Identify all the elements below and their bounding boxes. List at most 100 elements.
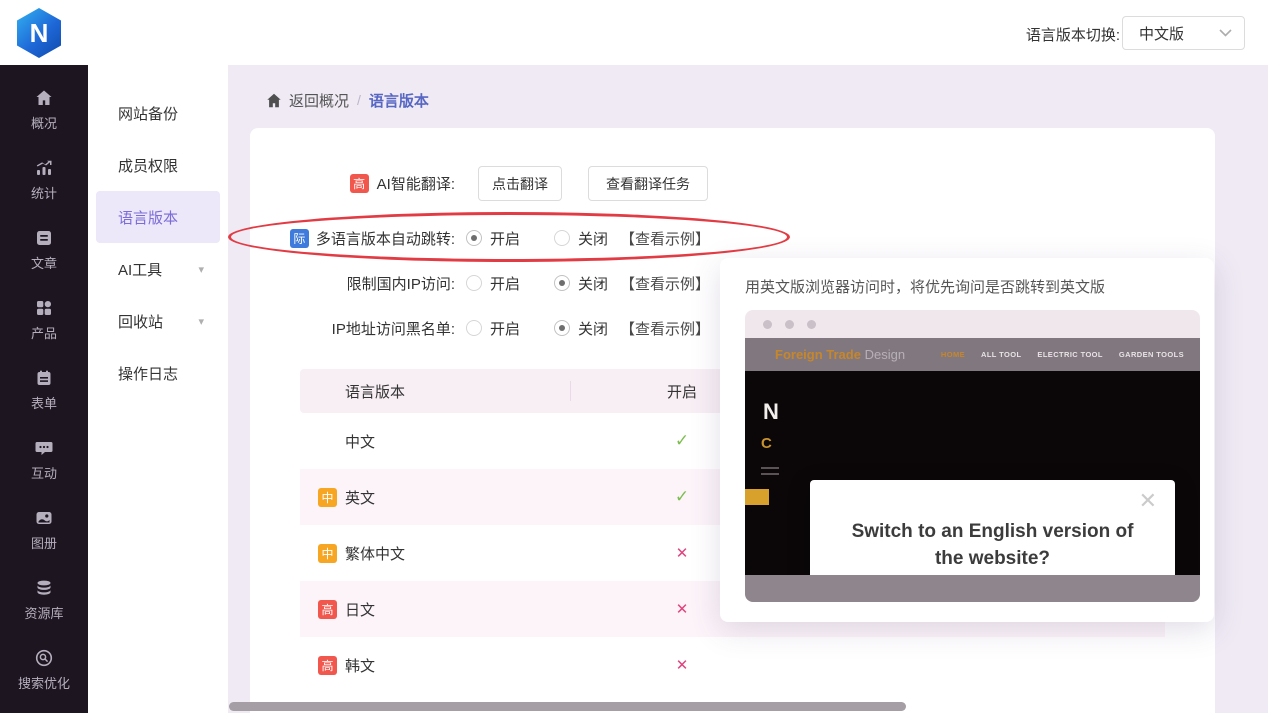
submenu-item-operation-log[interactable]: 操作日志 bbox=[96, 347, 220, 399]
submenu-item-site-backup[interactable]: 网站备份 bbox=[96, 87, 220, 139]
window-dot-icon bbox=[807, 320, 816, 329]
submenu-item-label: 回收站 bbox=[118, 311, 163, 332]
horizontal-scrollbar[interactable] bbox=[229, 702, 906, 711]
breadcrumb: 返回概况 / 语言版本 bbox=[266, 88, 429, 112]
sidebar-item-forms[interactable]: 表单 bbox=[0, 355, 88, 425]
sidebar-item-library[interactable]: 资源库 bbox=[0, 565, 88, 635]
view-example-link[interactable]: 【查看示例】 bbox=[620, 221, 710, 255]
premium-badge: 高 bbox=[318, 600, 337, 619]
forms-icon bbox=[34, 368, 54, 388]
sidebar-item-articles[interactable]: 文章 bbox=[0, 215, 88, 285]
site-content-fragment: N bbox=[763, 399, 779, 425]
secondary-sidebar: 网站备份 成员权限 语言版本 AI工具 ▾ 回收站 ▾ 操作日志 bbox=[88, 65, 228, 713]
radio-off-label: 关闭 bbox=[578, 228, 608, 249]
stats-icon bbox=[34, 158, 54, 178]
sidebar-item-interaction[interactable]: 互动 bbox=[0, 425, 88, 495]
site-nav-electric-tool: ELECTRIC TOOL bbox=[1037, 350, 1102, 359]
language-name: 韩文 bbox=[345, 655, 375, 676]
sidebar-item-label: 文章 bbox=[31, 253, 57, 272]
radio-on-label: 开启 bbox=[490, 228, 520, 249]
gallery-icon bbox=[34, 508, 54, 528]
view-example-link[interactable]: 【查看示例】 bbox=[620, 266, 710, 300]
site-content-area: N C ✕ Switch to an English version of th… bbox=[745, 371, 1200, 575]
submenu-item-recycle-bin[interactable]: 回收站 ▾ bbox=[96, 295, 220, 347]
site-nav-all-tool: ALL TOOL bbox=[981, 350, 1021, 359]
breadcrumb-separator: / bbox=[357, 92, 361, 108]
browser-titlebar bbox=[745, 310, 1200, 338]
admin-app: N 语言版本切换: 中文版 概况 统计 文章 产品 表单 bbox=[0, 0, 1268, 713]
radio-off-label: 关闭 bbox=[578, 318, 608, 339]
site-content-line bbox=[761, 473, 779, 475]
enabled-check-icon: ✓ bbox=[652, 431, 712, 451]
window-dot-icon bbox=[763, 320, 772, 329]
primary-sidebar: 概况 统计 文章 产品 表单 互动 图册 资源库 bbox=[0, 65, 88, 713]
example-tip-text: 用英文版浏览器访问时，将优先询问是否跳转到英文版 bbox=[745, 276, 1105, 297]
library-icon bbox=[34, 578, 54, 598]
click-translate-button[interactable]: 点击翻译 bbox=[478, 166, 562, 201]
table-row-korean[interactable]: 高 韩文 ✕ bbox=[300, 637, 1165, 693]
chevron-down-icon bbox=[1219, 24, 1232, 42]
radio-on[interactable] bbox=[466, 320, 482, 336]
sidebar-item-gallery[interactable]: 图册 bbox=[0, 495, 88, 565]
sidebar-item-seo[interactable]: 搜索优化 bbox=[0, 635, 88, 705]
sidebar-item-overview[interactable]: 概况 bbox=[0, 75, 88, 145]
site-content-line bbox=[761, 467, 779, 469]
language-switch-label: 语言版本切换: bbox=[1026, 24, 1120, 45]
close-icon[interactable]: ✕ bbox=[1139, 490, 1157, 512]
column-header-enabled: 开启 bbox=[652, 381, 712, 402]
sidebar-item-label: 表单 bbox=[31, 393, 57, 412]
submenu-item-label: 语言版本 bbox=[118, 207, 178, 228]
radio-on[interactable] bbox=[466, 275, 482, 291]
radio-off[interactable] bbox=[554, 320, 570, 336]
enabled-check-icon: ✓ bbox=[652, 487, 712, 507]
submenu-item-ai-tools[interactable]: AI工具 ▾ bbox=[96, 243, 220, 295]
option-label: 限制国内IP访问: bbox=[347, 273, 455, 294]
sidebar-item-products[interactable]: 产品 bbox=[0, 285, 88, 355]
radio-on[interactable] bbox=[466, 230, 482, 246]
sidebar-item-label: 统计 bbox=[31, 183, 57, 202]
sidebar-item-label: 产品 bbox=[31, 323, 57, 342]
mid-tier-badge: 中 bbox=[318, 544, 337, 563]
breadcrumb-back-label: 返回概况 bbox=[289, 90, 349, 111]
site-footer bbox=[745, 575, 1200, 602]
sidebar-item-label: 图册 bbox=[31, 533, 57, 552]
column-divider bbox=[570, 381, 571, 401]
radio-on-label: 开启 bbox=[490, 318, 520, 339]
view-example-link[interactable]: 【查看示例】 bbox=[620, 311, 710, 345]
submenu-item-language-versions[interactable]: 语言版本 bbox=[96, 191, 220, 243]
dialog-title-line2: the website? bbox=[810, 545, 1175, 572]
sidebar-item-label: 概况 bbox=[31, 113, 57, 132]
option-label: IP地址访问黑名单: bbox=[332, 318, 455, 339]
radio-off[interactable] bbox=[554, 275, 570, 291]
language-name: 日文 bbox=[345, 599, 375, 620]
sidebar-item-stats[interactable]: 统计 bbox=[0, 145, 88, 215]
home-icon bbox=[266, 92, 282, 109]
view-translate-tasks-button[interactable]: 查看翻译任务 bbox=[588, 166, 708, 201]
column-header-language: 语言版本 bbox=[345, 381, 405, 402]
submenu-item-label: 网站备份 bbox=[118, 103, 178, 124]
language-switch-select[interactable]: 中文版 bbox=[1122, 16, 1245, 50]
article-icon bbox=[34, 228, 54, 248]
window-dot-icon bbox=[785, 320, 794, 329]
brand-logo-letter: N bbox=[30, 18, 49, 49]
breadcrumb-back-link[interactable]: 返回概况 bbox=[266, 90, 349, 111]
radio-off[interactable] bbox=[554, 230, 570, 246]
site-logo: Foreign Trade Design bbox=[775, 347, 905, 362]
sidebar-item-label: 互动 bbox=[31, 463, 57, 482]
site-content-fragment-gold: C bbox=[761, 435, 772, 452]
products-icon bbox=[34, 298, 54, 318]
site-logo-primary: Foreign Trade bbox=[775, 347, 861, 362]
site-nav-home: HOME bbox=[941, 350, 965, 359]
site-logo-secondary: Design bbox=[865, 347, 905, 362]
browser-mockup: Foreign Trade Design HOME ALL TOOL ELECT… bbox=[745, 310, 1200, 602]
premium-badge: 高 bbox=[318, 656, 337, 675]
submenu-item-member-permissions[interactable]: 成员权限 bbox=[96, 139, 220, 191]
top-header: N 语言版本切换: 中文版 bbox=[0, 0, 1268, 65]
language-name: 中文 bbox=[345, 431, 375, 452]
site-header: Foreign Trade Design HOME ALL TOOL ELECT… bbox=[745, 338, 1200, 371]
interaction-icon bbox=[34, 438, 54, 458]
radio-off-label: 关闭 bbox=[578, 273, 608, 294]
brand-logo[interactable]: N bbox=[14, 8, 64, 58]
disabled-cross-icon: ✕ bbox=[652, 656, 712, 674]
option-label: 多语言版本自动跳转: bbox=[316, 228, 455, 249]
